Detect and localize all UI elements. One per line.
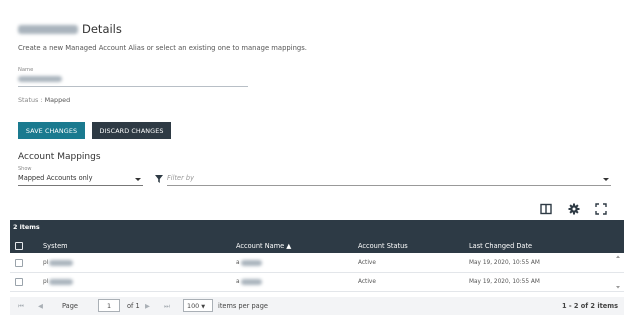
grid-header: 2 items System Account Name ▲ Account St… (10, 220, 624, 253)
page-description: Create a new Managed Account Alias or se… (18, 44, 307, 52)
cell-account-name: a (236, 260, 240, 266)
next-page-icon[interactable]: ▶ (145, 302, 150, 310)
last-page-icon[interactable]: ⏭ (164, 302, 170, 311)
status-label: Status (18, 96, 39, 104)
column-header-system[interactable]: System (43, 242, 68, 250)
cell-system: pl (43, 260, 49, 266)
column-header-last-changed-date[interactable]: Last Changed Date (469, 242, 532, 250)
page-title-text: Details (82, 22, 122, 36)
filter-input[interactable]: Filter by (167, 174, 611, 186)
gear-icon[interactable] (568, 203, 580, 215)
page-label: Page (62, 302, 78, 310)
column-header-account-status[interactable]: Account Status (358, 242, 408, 250)
first-page-icon[interactable]: ⏮ (18, 302, 24, 311)
redacted-account (241, 279, 262, 285)
table-row[interactable]: pl a Active May 19, 2020, 10:55 AM (10, 273, 624, 292)
column-header-account-name[interactable]: Account Name ▲ (236, 242, 291, 250)
cell-system: pl (43, 279, 49, 285)
columns-icon[interactable] (540, 203, 552, 215)
show-label: Show (18, 166, 32, 172)
redacted-system (49, 279, 73, 285)
cell-last-changed-date: May 19, 2020, 10:55 AM (469, 260, 540, 266)
show-select-value: Mapped Accounts only (18, 174, 93, 182)
chevron-down-icon (603, 178, 609, 181)
scroll-down-icon[interactable] (616, 286, 620, 289)
redacted-title (18, 24, 78, 34)
table-row[interactable]: pl a Active May 19, 2020, 10:55 AM (10, 254, 624, 273)
pager: ⏮ ◀ Page 1 of 1 ▶ ⏭ 100 ▼ items per page… (10, 297, 624, 315)
name-field[interactable] (18, 76, 62, 82)
scroll-up-icon[interactable] (616, 255, 620, 259)
page-title: Details (18, 21, 122, 37)
cell-account-name: a (236, 279, 240, 285)
cell-last-changed-date: May 19, 2020, 10:55 AM (469, 279, 540, 285)
previous-page-icon[interactable]: ◀ (38, 302, 43, 310)
select-all-checkbox[interactable] (15, 242, 23, 250)
chevron-down-icon: ▼ (201, 304, 206, 310)
redacted-system (49, 260, 73, 266)
row-checkbox[interactable] (15, 278, 23, 286)
page-number-input[interactable]: 1 (98, 299, 120, 312)
fullscreen-icon[interactable] (595, 203, 607, 215)
items-per-page-label: items per page (218, 302, 268, 310)
save-changes-button[interactable]: SAVE CHANGES (18, 122, 85, 139)
items-count: 2 items (13, 223, 40, 231)
row-checkbox[interactable] (15, 259, 23, 267)
status-value: Mapped (44, 96, 71, 104)
cell-account-status: Active (358, 279, 376, 285)
discard-changes-button[interactable]: DISCARD CHANGES (92, 122, 171, 139)
name-field-underline (18, 86, 248, 87)
filter-icon[interactable] (155, 175, 163, 183)
page-size-value: 100 (187, 302, 200, 310)
page-size-select[interactable]: 100 ▼ (183, 299, 213, 312)
pager-summary: 1 - 2 of 2 items (561, 302, 618, 310)
account-mappings-title: Account Mappings (18, 152, 101, 162)
status-row: Status : Mapped (18, 96, 70, 104)
page-count: of 1 (127, 302, 140, 310)
name-label: Name (18, 67, 34, 73)
cell-account-status: Active (358, 260, 376, 266)
filter-placeholder: Filter by (167, 174, 194, 182)
show-select[interactable]: Mapped Accounts only (18, 174, 143, 186)
redacted-account (241, 260, 262, 266)
vertical-scrollbar[interactable] (614, 254, 622, 290)
chevron-down-icon (135, 178, 141, 181)
status-separator: : (40, 96, 43, 104)
